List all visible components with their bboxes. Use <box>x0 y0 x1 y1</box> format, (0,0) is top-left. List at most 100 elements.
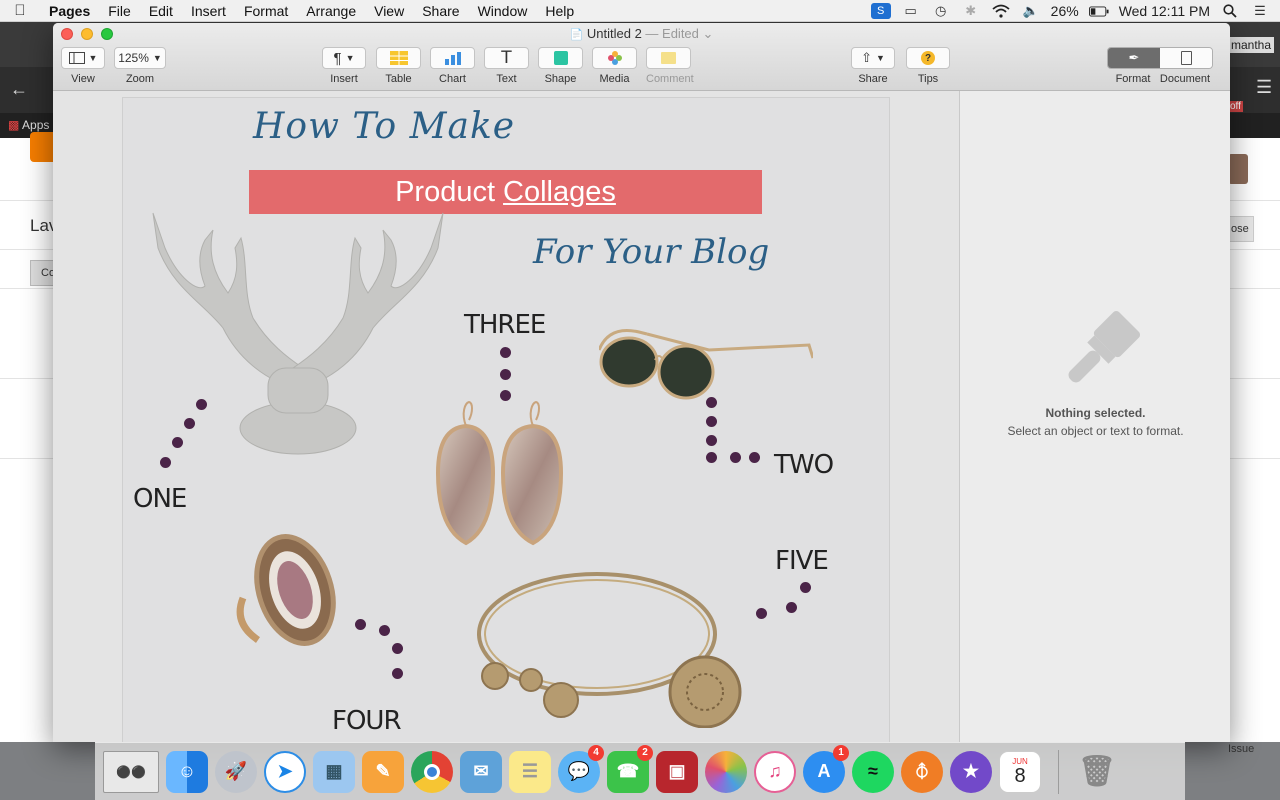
preview-app-icon[interactable]: ▦ <box>313 750 355 793</box>
document-icon: 📄 <box>569 29 584 41</box>
shape-button[interactable]: Shape <box>538 47 583 85</box>
product-image-sunglasses[interactable] <box>599 320 813 406</box>
collage-heading-bottom[interactable]: For Your Blog <box>533 232 769 272</box>
comment-icon <box>661 52 676 64</box>
volume-icon[interactable]: 🔈 <box>1021 3 1041 19</box>
chevron-down-icon: ▼ <box>875 53 885 63</box>
document-canvas[interactable]: How To Make Product Collages For Your Bl… <box>53 91 959 742</box>
app-store-icon[interactable]: A 1 <box>803 744 849 793</box>
rss-icon[interactable]: ⦽ <box>901 750 943 793</box>
avatar[interactable] <box>1228 154 1248 184</box>
wifi-icon[interactable] <box>991 3 1011 19</box>
chart-button[interactable]: Chart <box>430 47 475 85</box>
notes-icon[interactable]: ☰ <box>509 750 551 793</box>
menu-file[interactable]: File <box>99 3 140 19</box>
label-four[interactable]: FOUR <box>332 706 402 736</box>
tips-button-box[interactable]: ? <box>906 47 950 69</box>
menu-format[interactable]: Format <box>235 3 297 19</box>
view-button[interactable]: ▼ View <box>61 47 105 85</box>
shape-button-box[interactable] <box>538 47 583 69</box>
browser-menu-icon[interactable]: ☰ <box>1256 77 1272 98</box>
imovie-icon[interactable]: ★ <box>950 750 992 793</box>
dot-one <box>160 457 171 468</box>
chrome-icon[interactable] <box>411 750 453 793</box>
document-tab[interactable] <box>1160 48 1212 68</box>
view-button-box[interactable]: ▼ <box>61 47 105 69</box>
apps-shortcut[interactable]: ▩ Apps <box>8 118 49 132</box>
issue-link-peek[interactable]: Issue <box>1228 743 1254 755</box>
share-button[interactable]: ⇧ ▼ Share <box>851 47 895 85</box>
label-three[interactable]: THREE <box>464 310 546 340</box>
bluetooth-icon[interactable]: ✱ <box>961 3 981 19</box>
photo-booth-icon[interactable]: ▣ <box>656 750 698 793</box>
label-one[interactable]: ONE <box>133 484 187 514</box>
insert-button-box[interactable]: ¶ ▼ <box>322 47 366 69</box>
document-page[interactable]: How To Make Product Collages For Your Bl… <box>123 98 889 742</box>
menu-arrange[interactable]: Arrange <box>297 3 365 19</box>
table-button[interactable]: Table <box>376 47 421 85</box>
insert-button[interactable]: ¶ ▼ Insert <box>322 47 366 85</box>
collage-heading-top[interactable]: How To Make <box>253 106 515 147</box>
back-arrow-icon[interactable]: ← <box>10 79 28 100</box>
pages-icon[interactable]: ✎ <box>362 750 404 793</box>
spotify-icon[interactable]: ≈ <box>852 750 894 793</box>
menu-share[interactable]: Share <box>413 3 468 19</box>
product-image-earrings[interactable] <box>433 398 569 550</box>
mail-icon[interactable]: ✉ <box>460 750 502 793</box>
menu-view[interactable]: View <box>365 3 413 19</box>
spotlight-icon[interactable] <box>1220 3 1240 19</box>
itunes-icon[interactable]: ♫ <box>754 750 796 793</box>
table-button-box[interactable] <box>376 47 421 69</box>
format-document-switch[interactable]: ✒ Format Document <box>1107 47 1213 85</box>
menu-edit[interactable]: Edit <box>140 3 182 19</box>
apple-menu-icon[interactable]:  <box>0 2 40 19</box>
messages-icon[interactable]: 💬 4 <box>558 744 604 793</box>
tips-button[interactable]: ? Tips <box>906 47 950 85</box>
app-store-badge: 1 <box>833 744 849 761</box>
comment-button-box[interactable] <box>646 47 691 69</box>
inspector-empty-title: Nothing selected. <box>1045 406 1146 420</box>
launchpad-icon[interactable]: 🚀 <box>215 750 257 793</box>
battery-icon[interactable] <box>1088 3 1109 19</box>
chart-button-box[interactable] <box>430 47 475 69</box>
zoom-select[interactable]: 125% ▼ <box>114 47 166 69</box>
photos-icon[interactable] <box>705 750 747 793</box>
close-button-peek[interactable]: ose <box>1226 216 1254 242</box>
media-button-box[interactable] <box>592 47 637 69</box>
menu-help[interactable]: Help <box>536 3 583 19</box>
format-tab[interactable]: ✒ <box>1108 48 1160 68</box>
document-title[interactable]: 📄 Untitled 2 — Edited ⌄ <box>53 26 1230 42</box>
document-label: Document <box>1159 73 1211 85</box>
facetime-badge: 2 <box>637 744 653 761</box>
calendar-icon[interactable]: JUN 8 <box>999 750 1041 793</box>
airplay-icon[interactable]: ▭ <box>901 3 921 19</box>
blogger-logo-icon <box>30 132 54 162</box>
safari-icon[interactable]: ➤ <box>264 750 306 793</box>
shazam-icon[interactable]: S <box>870 3 891 19</box>
title-chevron-icon: ⌄ <box>702 26 714 41</box>
text-button-box[interactable]: T <box>484 47 529 69</box>
menu-clock[interactable]: Wed 12:11 PM <box>1119 3 1210 19</box>
label-five[interactable]: FIVE <box>775 546 829 576</box>
trash-icon[interactable]: 🗑 <box>1076 751 1118 793</box>
menu-app-pages[interactable]: Pages <box>40 3 99 19</box>
menu-window[interactable]: Window <box>469 3 537 19</box>
tips-label: Tips <box>917 73 939 85</box>
finder-icon[interactable]: ☺ <box>166 750 208 793</box>
product-image-ring[interactable] <box>233 528 338 653</box>
facetime-icon[interactable]: ☎ 2 <box>607 744 653 793</box>
media-button[interactable]: Media <box>592 47 637 85</box>
dock-preview-thumbnail[interactable]: ⚫⚫ <box>103 750 159 793</box>
profile-name[interactable]: mantha <box>1228 37 1275 53</box>
zoom-control[interactable]: 125% ▼ Zoom <box>114 47 166 85</box>
product-image-bracelet[interactable] <box>475 560 747 728</box>
label-two[interactable]: TWO <box>774 450 834 480</box>
menu-insert[interactable]: Insert <box>182 3 235 19</box>
share-button-box[interactable]: ⇧ ▼ <box>851 47 895 69</box>
notification-center-icon[interactable]: ☰ <box>1250 3 1270 19</box>
comment-button[interactable]: Comment <box>646 47 694 85</box>
dot-five <box>786 602 797 613</box>
inspector-segmented-control[interactable]: ✒ <box>1107 47 1213 69</box>
text-button[interactable]: T Text <box>484 47 529 85</box>
time-machine-icon[interactable]: ◷ <box>931 3 951 19</box>
